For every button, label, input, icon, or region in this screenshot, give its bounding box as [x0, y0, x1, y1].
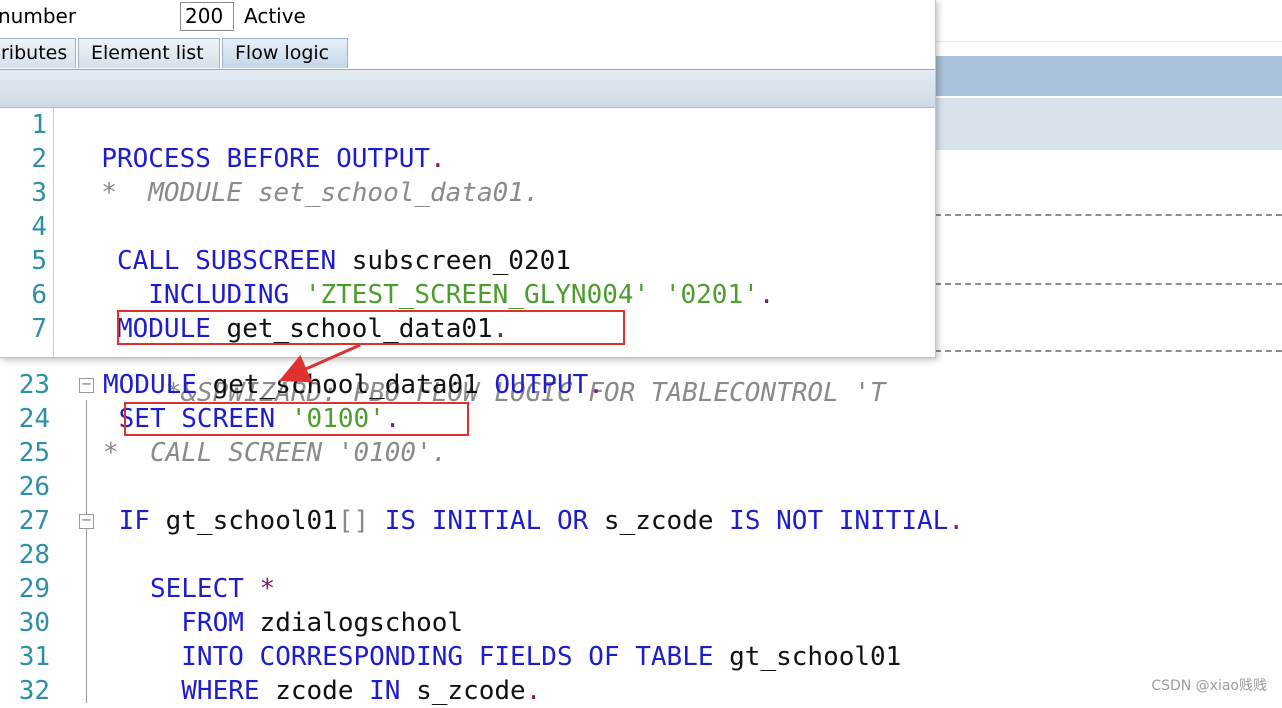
separator-line	[935, 350, 1282, 352]
watermark: CSDN @xiao贱贱	[1151, 678, 1267, 694]
code-token: zdialogschool	[243, 608, 464, 638]
code-text: INCLUDING 'ZTEST_SCREEN_GLYN004' '0201'.	[70, 278, 774, 312]
code-token: INCLUDING	[148, 280, 290, 310]
highlight-box-set-screen	[124, 402, 469, 436]
code-token: FROM	[181, 608, 244, 638]
screen-number-label: number	[0, 4, 77, 28]
code-text: MODULE get_school_data01 OUTPUT.	[103, 368, 604, 402]
tab-attributes[interactable]: ributes	[0, 38, 76, 68]
screen-status: Active	[244, 4, 306, 28]
fold-toggle-icon[interactable]: −	[79, 378, 94, 393]
code-token: MODULE	[103, 370, 197, 400]
code-text: PROCESS BEFORE OUTPUT.	[70, 142, 446, 176]
code-token: * MODULE set_school_data01.	[70, 178, 540, 208]
code-token: PROCESS BEFORE OUTPUT	[101, 144, 431, 174]
code-text: FROM zdialogschool	[103, 606, 463, 640]
line-number: 4	[31, 212, 47, 242]
line-number: 23	[18, 370, 50, 400]
code-token: .	[758, 280, 775, 310]
screen-header: number 200 Active	[0, 0, 935, 38]
tab-flow-logic[interactable]: Flow logic	[222, 38, 348, 68]
line-number: 31	[18, 642, 50, 672]
code-token: s_zcode	[588, 506, 730, 536]
code-token: OUTPUT	[494, 370, 589, 400]
editor-toolbar-area	[935, 0, 1282, 42]
line-number: 2	[31, 144, 47, 174]
line-number: 29	[18, 574, 50, 604]
code-token: * CALL SCREEN '0100'.	[103, 438, 448, 468]
line-number: 6	[31, 280, 47, 310]
line-number: 5	[31, 246, 47, 276]
fold-toggle-icon[interactable]: −	[79, 514, 94, 529]
code-token: IN	[369, 676, 401, 706]
code-token: IS INITIAL OR	[384, 506, 589, 536]
code-text: INTO CORRESPONDING FIELDS OF TABLE gt_sc…	[103, 640, 901, 674]
fold-guide-line	[86, 400, 87, 703]
code-text: * MODULE set_school_data01.	[70, 176, 540, 210]
line-number: 27	[18, 506, 50, 536]
tab-element-list[interactable]: Element list	[78, 38, 220, 68]
line-number: 7	[31, 314, 47, 344]
code-token: 'ZTEST_SCREEN_GLYN004' '0201'	[289, 280, 759, 310]
code-token: zcode	[259, 676, 370, 706]
code-token: .	[588, 370, 604, 400]
line-number: 3	[31, 178, 47, 208]
code-token: gt_school01	[713, 642, 902, 672]
code-token: WHERE	[181, 676, 260, 706]
separator-line	[935, 214, 1282, 216]
flow-logic-toolbar	[0, 70, 935, 108]
code-token: .	[948, 506, 964, 536]
code-token: *	[243, 574, 276, 604]
code-token: .	[430, 144, 446, 174]
line-number: 25	[18, 438, 50, 468]
code-token: s_zcode	[400, 676, 526, 706]
gutter-divider	[53, 108, 54, 357]
code-token: .	[525, 676, 542, 706]
code-text: * CALL SCREEN '0100'.	[103, 436, 447, 470]
separator-line	[935, 283, 1282, 285]
code-token: IF	[118, 506, 150, 536]
screen-painter-popup: number 200 Active ributes Element list F…	[0, 0, 936, 358]
code-text: CALL SUBSCREEN subscreen_0201	[70, 244, 571, 278]
code-token: INTO CORRESPONDING FIELDS OF TABLE	[181, 642, 714, 672]
code-token: []	[337, 506, 370, 536]
code-token: CALL SUBSCREEN	[116, 246, 337, 276]
line-number: 1	[31, 110, 47, 140]
code-token: IS NOT INITIAL	[729, 506, 949, 536]
code-text: IF gt_school01[] IS INITIAL OR s_zcode I…	[103, 504, 964, 538]
code-token: gt_school01	[149, 506, 338, 536]
code-token: subscreen_0201	[336, 246, 571, 276]
editor-header-band	[935, 56, 1282, 96]
line-number: 26	[18, 472, 50, 502]
line-number: 30	[18, 608, 50, 638]
code-token: get_school_data01	[196, 370, 495, 400]
screen-number-field[interactable]: 200	[180, 2, 234, 31]
code-token: SELECT	[149, 574, 244, 604]
tab-strip: ributes Element list Flow logic	[0, 38, 935, 71]
line-number: 24	[18, 404, 50, 434]
editor-subheader-band	[935, 98, 1282, 150]
line-number: 28	[18, 540, 50, 570]
code-text: SELECT *	[103, 572, 275, 606]
highlight-box-module-call	[117, 310, 625, 345]
